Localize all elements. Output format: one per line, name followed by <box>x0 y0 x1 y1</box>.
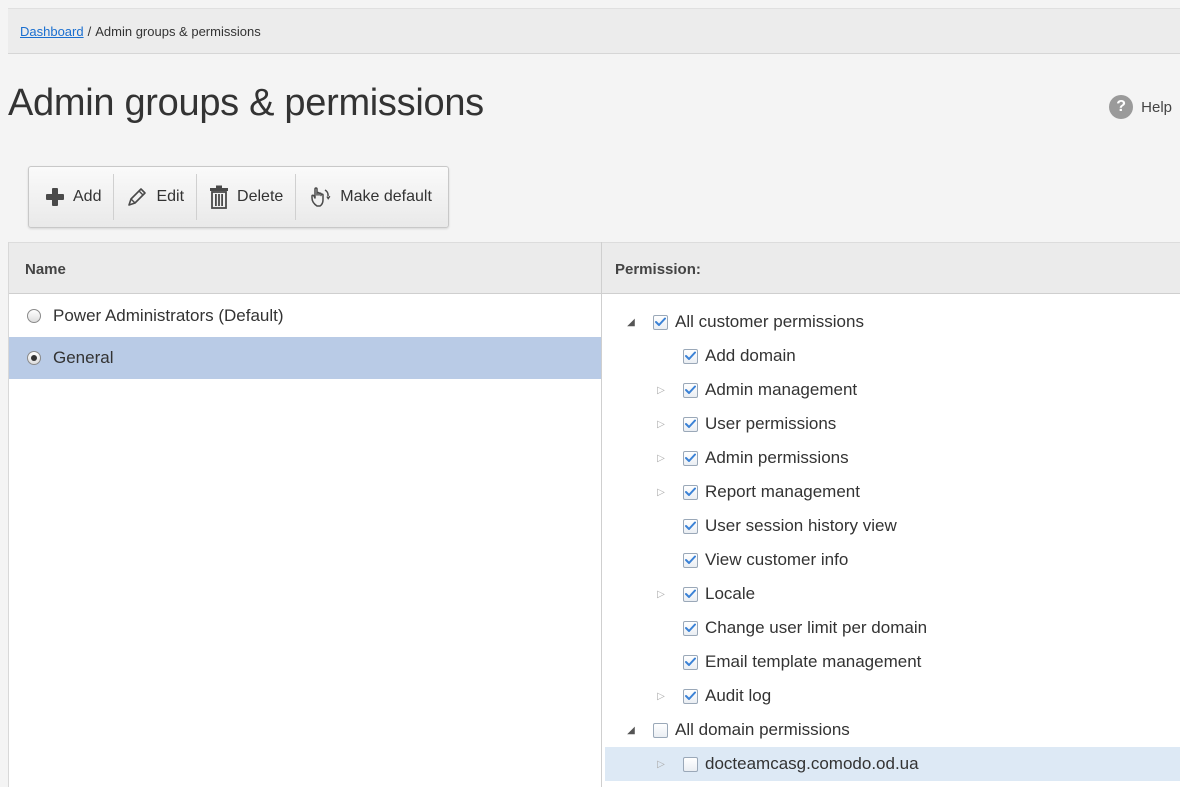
column-header-name[interactable]: Name <box>25 243 66 295</box>
permission-checkbox[interactable] <box>683 348 698 364</box>
permission-checkbox[interactable] <box>683 450 698 466</box>
expand-arrow-icon[interactable]: ▷ <box>655 587 667 601</box>
group-radio[interactable] <box>27 351 41 365</box>
permission-label: All customer permissions <box>675 312 864 331</box>
permission-tree-item[interactable]: Add domain <box>605 339 1180 373</box>
plus-icon <box>45 187 65 207</box>
permission-checkbox[interactable] <box>683 382 698 398</box>
delete-button[interactable]: Delete <box>197 174 297 220</box>
expand-arrow-icon[interactable]: ▷ <box>655 757 667 771</box>
permission-tree-item[interactable]: ◢ All domain permissions <box>605 713 1180 747</box>
permission-tree: ◢ All customer permissions Add domain ▷ Admi… <box>605 305 1180 781</box>
permission-tree-item[interactable]: ▷ docteamcasg.comodo.od.ua <box>605 747 1180 781</box>
permission-label: Locale <box>705 584 756 603</box>
make-default-button[interactable]: Make default <box>296 174 444 220</box>
column-header-permission: Permission: <box>615 260 701 278</box>
table-header: Name Permission: <box>9 242 1180 294</box>
expand-arrow-icon[interactable]: ▷ <box>655 383 667 397</box>
help-button[interactable]: ? Help <box>1109 95 1172 119</box>
group-list: Power Administrators (Default) General <box>9 295 601 379</box>
permission-tree-item[interactable]: Change user limit per domain <box>605 611 1180 645</box>
edit-button[interactable]: Edit <box>114 174 198 220</box>
group-radio[interactable] <box>27 309 41 323</box>
toolbar: Add Edit Delete Make default <box>28 166 449 228</box>
pencil-icon <box>126 186 148 208</box>
column-divider <box>601 242 602 787</box>
page-title: Admin groups & permissions <box>8 82 484 124</box>
expand-arrow-icon[interactable]: ▷ <box>655 451 667 465</box>
group-row[interactable]: General <box>9 337 601 379</box>
expand-arrow-icon[interactable]: ▷ <box>655 689 667 703</box>
permission-checkbox[interactable] <box>683 586 698 602</box>
breadcrumb-current: Admin groups & permissions <box>95 23 261 39</box>
permission-tree-item[interactable]: ▷ Admin permissions <box>605 441 1180 475</box>
breadcrumb-dashboard-link[interactable]: Dashboard <box>20 24 84 39</box>
group-row[interactable]: Power Administrators (Default) <box>9 295 601 337</box>
breadcrumb-separator: / <box>87 23 92 39</box>
permission-label: Admin management <box>705 380 858 399</box>
permission-label: User permissions <box>705 414 837 433</box>
permission-checkbox[interactable] <box>653 314 668 330</box>
permission-tree-item[interactable]: ▷ User permissions <box>605 407 1180 441</box>
permission-checkbox[interactable] <box>683 416 698 432</box>
permission-checkbox[interactable] <box>683 620 698 636</box>
groups-table: Name Permission: Power Administrators (D… <box>8 242 1180 787</box>
permission-checkbox[interactable] <box>683 654 698 670</box>
collapse-arrow-icon[interactable]: ◢ <box>625 723 637 737</box>
permission-tree-item[interactable]: View customer info <box>605 543 1180 577</box>
trash-icon <box>209 185 229 209</box>
permission-label: Add domain <box>705 346 796 365</box>
permission-tree-item[interactable]: Email template management <box>605 645 1180 679</box>
permission-label: View customer info <box>705 550 849 569</box>
permission-label: Report management <box>705 482 860 501</box>
permission-label: Change user limit per domain <box>705 618 928 637</box>
expand-arrow-icon[interactable]: ▷ <box>655 485 667 499</box>
delete-label: Delete <box>237 188 284 205</box>
hand-pointer-icon <box>308 185 332 209</box>
permission-label: Audit log <box>705 686 772 705</box>
permission-tree-item[interactable]: ▷ Admin management <box>605 373 1180 407</box>
permission-label: Email template management <box>705 652 922 671</box>
group-label: General <box>53 348 114 367</box>
help-icon: ? <box>1109 95 1134 119</box>
permission-tree-item[interactable]: ▷ Report management <box>605 475 1180 509</box>
permission-checkbox[interactable] <box>683 552 698 568</box>
edit-label: Edit <box>156 188 185 205</box>
permission-label: Admin permissions <box>705 448 849 467</box>
permission-checkbox[interactable] <box>683 756 698 772</box>
help-label: Help <box>1141 98 1172 116</box>
permission-checkbox[interactable] <box>683 518 698 534</box>
make-default-label: Make default <box>340 188 432 205</box>
group-label: Power Administrators (Default) <box>53 306 284 325</box>
collapse-arrow-icon[interactable]: ◢ <box>625 315 637 329</box>
add-label: Add <box>73 188 102 205</box>
permission-checkbox[interactable] <box>653 722 668 738</box>
permission-tree-item[interactable]: ▷ Audit log <box>605 679 1180 713</box>
expand-arrow-icon[interactable]: ▷ <box>655 417 667 431</box>
admin-groups-page: Dashboard / Admin groups & permissions A… <box>0 0 1180 787</box>
permission-tree-item[interactable]: ▷ Locale <box>605 577 1180 611</box>
permission-label: User session history view <box>705 516 897 535</box>
permission-tree-item[interactable]: User session history view <box>605 509 1180 543</box>
breadcrumb: Dashboard / Admin groups & permissions <box>8 8 1180 54</box>
permission-label: All domain permissions <box>675 720 850 739</box>
permission-checkbox[interactable] <box>683 484 698 500</box>
permission-label: docteamcasg.comodo.od.ua <box>705 754 919 773</box>
permission-tree-item[interactable]: ◢ All customer permissions <box>605 305 1180 339</box>
permission-checkbox[interactable] <box>683 688 698 704</box>
add-button[interactable]: Add <box>33 174 115 220</box>
